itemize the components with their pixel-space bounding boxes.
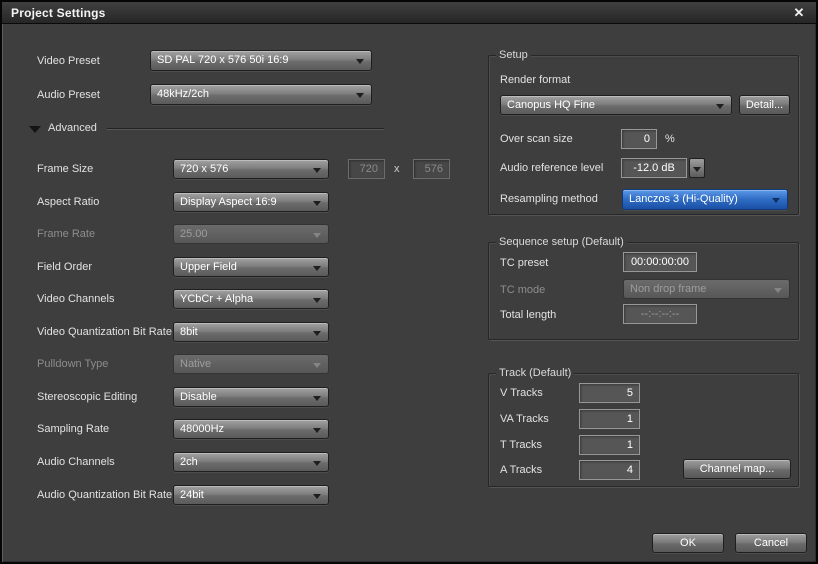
audio-channels-label: Audio Channels [37, 456, 115, 468]
va-tracks-label: VA Tracks [500, 413, 549, 425]
overscan-unit: % [665, 133, 675, 145]
advanced-divider [107, 128, 384, 130]
video-preset-label: Video Preset [37, 55, 100, 67]
setup-group: Setup Render format Canopus HQ Fine Deta… [488, 49, 799, 215]
close-icon[interactable]: ✕ [790, 5, 808, 21]
sequence-setup-group: Sequence setup (Default) TC preset 00:00… [488, 236, 799, 340]
frame-rate-label: Frame Rate [37, 228, 96, 240]
pulldown-type-label: Pulldown Type [37, 358, 109, 370]
advanced-section-label[interactable]: Advanced [48, 122, 97, 134]
field-order-dropdown[interactable]: Upper Field [173, 257, 329, 277]
stereoscopic-editing-label: Stereoscopic Editing [37, 391, 138, 403]
tc-preset-input[interactable]: 00:00:00:00 [623, 252, 697, 272]
frame-size-label: Frame Size [37, 163, 94, 175]
audio-preset-dropdown[interactable]: 48kHz/2ch [150, 84, 372, 105]
audio-ref-dropdown-button[interactable] [689, 158, 705, 178]
aspect-ratio-dropdown[interactable]: Display Aspect 16:9 [173, 192, 329, 212]
audio-quantization-label: Audio Quantization Bit Rate [37, 489, 173, 501]
setup-group-title: Setup [496, 49, 531, 61]
video-quantization-dropdown[interactable]: 8bit [173, 322, 329, 342]
va-tracks-input[interactable]: 1 [579, 409, 640, 429]
v-tracks-label: V Tracks [500, 387, 543, 399]
audio-ref-label: Audio reference level [500, 162, 604, 174]
track-group-title: Track (Default) [496, 367, 575, 379]
total-length-label: Total length [500, 309, 557, 321]
audio-quantization-dropdown[interactable]: 24bit [173, 485, 329, 505]
render-format-label: Render format [500, 74, 571, 86]
project-settings-dialog: Project Settings ✕ Video Preset SD PAL 7… [0, 0, 818, 564]
a-tracks-input[interactable]: 4 [579, 460, 640, 480]
channel-map-button[interactable]: Channel map... [683, 459, 791, 479]
total-length-field: --:--:--:-- [623, 304, 697, 324]
frame-rate-dropdown: 25.00 [173, 224, 329, 244]
video-channels-label: Video Channels [37, 293, 115, 305]
audio-ref-input[interactable]: -12.0 dB [621, 158, 687, 178]
detail-button[interactable]: Detail... [739, 95, 790, 115]
video-quantization-label: Video Quantization Bit Rate [37, 326, 172, 338]
frame-size-dropdown[interactable]: 720 x 576 [173, 159, 329, 179]
tc-mode-dropdown: Non drop frame [623, 279, 790, 299]
v-tracks-input[interactable]: 5 [579, 383, 640, 403]
advanced-collapse-icon[interactable] [29, 126, 41, 133]
sequence-group-title: Sequence setup (Default) [496, 236, 627, 248]
frame-height-field: 576 [413, 159, 450, 179]
overscan-label: Over scan size [500, 133, 573, 145]
video-preset-dropdown[interactable]: SD PAL 720 x 576 50i 16:9 [150, 50, 372, 71]
tc-preset-label: TC preset [500, 257, 549, 269]
sampling-rate-label: Sampling Rate [37, 423, 110, 435]
aspect-ratio-label: Aspect Ratio [37, 196, 100, 208]
dialog-title: Project Settings [11, 6, 106, 20]
t-tracks-label: T Tracks [500, 439, 542, 451]
video-channels-dropdown[interactable]: YCbCr + Alpha [173, 289, 329, 309]
frame-width-field: 720 [348, 159, 385, 179]
t-tracks-input[interactable]: 1 [579, 435, 640, 455]
track-group: Track (Default) V Tracks 5 VA Tracks 1 T… [488, 367, 799, 487]
audio-channels-dropdown[interactable]: 2ch [173, 452, 329, 472]
overscan-input[interactable]: 0 [621, 129, 657, 149]
stereoscopic-editing-dropdown[interactable]: Disable [173, 387, 329, 407]
audio-preset-label: Audio Preset [37, 89, 100, 101]
tc-mode-label: TC mode [500, 284, 546, 296]
cancel-button[interactable]: Cancel [735, 533, 807, 553]
pulldown-type-dropdown: Native [173, 354, 329, 374]
ok-button[interactable]: OK [652, 533, 724, 553]
title-bar[interactable]: Project Settings ✕ [2, 2, 816, 24]
resampling-dropdown[interactable]: Lanczos 3 (Hi-Quality) [622, 189, 788, 210]
frame-size-separator: x [394, 163, 400, 175]
field-order-label: Field Order [37, 261, 93, 273]
sampling-rate-dropdown[interactable]: 48000Hz [173, 419, 329, 439]
resampling-label: Resampling method [500, 193, 598, 205]
render-format-dropdown[interactable]: Canopus HQ Fine [500, 95, 732, 115]
a-tracks-label: A Tracks [500, 464, 543, 476]
